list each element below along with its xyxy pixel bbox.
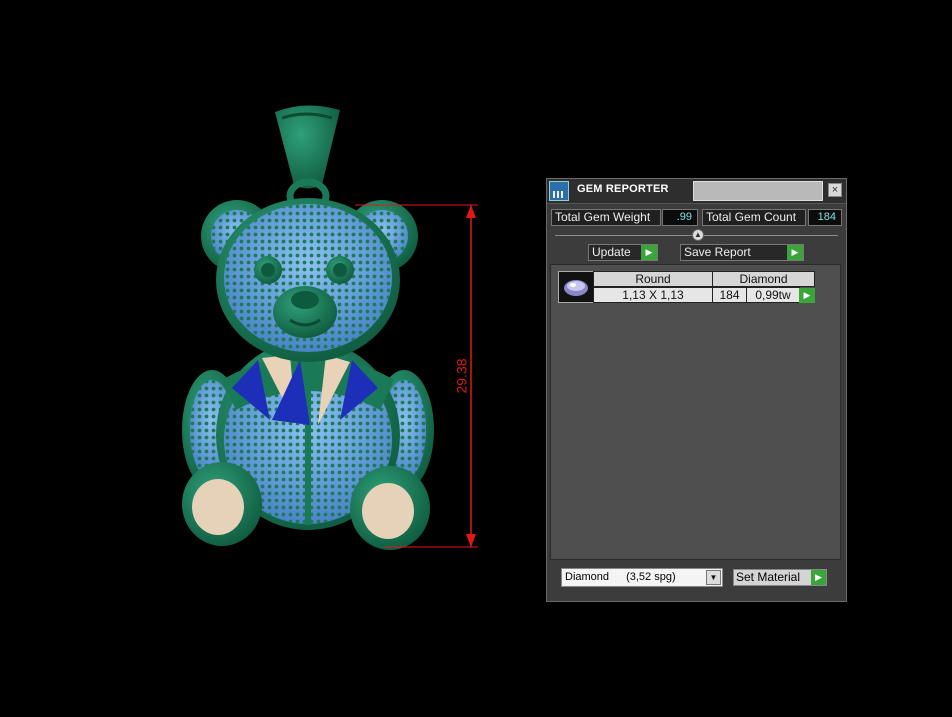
gem-reporter-panel: GEM REPORTER × Total Gem Weight .99 Tota… [546, 178, 847, 602]
save-report-button-label: Save Report [684, 245, 751, 259]
material-select[interactable]: Diamond (3,52 spg) ▼ [561, 568, 723, 587]
panel-title: GEM REPORTER [577, 183, 669, 195]
total-gem-weight-value: .99 [662, 209, 698, 226]
total-gem-count-value: 184 [808, 209, 842, 226]
column-header-cut: Round [593, 271, 713, 287]
update-button-label: Update [592, 245, 631, 259]
3d-viewport[interactable]: 29.38 [0, 0, 540, 717]
close-icon[interactable]: × [828, 183, 842, 197]
dimension-label: 29.38 [453, 358, 470, 394]
row-action-arrow-icon[interactable]: ▶ [799, 288, 815, 303]
column-header-material: Diamond [712, 271, 815, 287]
update-button[interactable]: Update ▶ [588, 244, 658, 261]
collapse-toggle-icon[interactable]: ▲ [692, 229, 704, 241]
diamond-thumbnail[interactable] [558, 271, 594, 303]
material-density: (3,52 spg) [626, 571, 676, 583]
gem-list[interactable]: Round Diamond 1,13 X 1,13 184 0,99tw ▶ [550, 264, 841, 560]
gem-reporter-icon [549, 181, 569, 201]
play-arrow-icon: ▶ [811, 570, 826, 585]
round-gem-icon [564, 280, 588, 296]
save-report-button[interactable]: Save Report ▶ [680, 244, 804, 261]
titlebar-drag-area[interactable] [693, 181, 823, 201]
play-arrow-icon: ▶ [641, 245, 657, 260]
set-material-button-label: Set Material [736, 570, 801, 584]
gem-weight-cell: 0,99tw [746, 287, 800, 303]
material-name: Diamond [565, 571, 610, 583]
chevron-down-icon: ▼ [706, 570, 721, 585]
panel-titlebar[interactable]: GEM REPORTER × [547, 179, 846, 204]
play-arrow-icon: ▶ [787, 245, 803, 260]
total-gem-weight-label: Total Gem Weight [551, 209, 661, 226]
total-gem-count-label: Total Gem Count [702, 209, 806, 226]
gem-count-cell: 184 [712, 287, 747, 303]
gem-size-cell: 1,13 X 1,13 [593, 287, 713, 303]
set-material-button[interactable]: Set Material ▶ [733, 569, 827, 586]
